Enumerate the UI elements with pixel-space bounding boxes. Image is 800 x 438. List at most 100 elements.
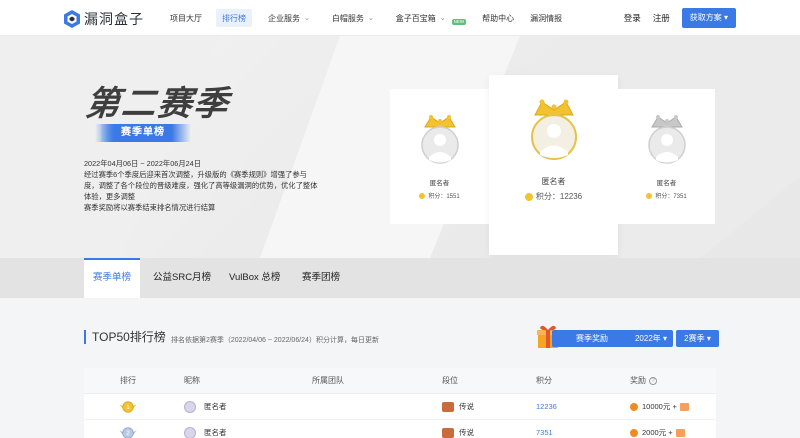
table-header: 排行 昵称 所属团队 段位 积分 奖励? [84, 368, 716, 394]
season-desc-line: 度，调整了各个段位的晋级难度，强化了高等级漏洞的优势，优化了整体 [84, 181, 318, 190]
ranking-title: TOP50排行榜 [84, 330, 166, 344]
coin-icon [630, 429, 638, 437]
podium-score: 积分：12236 [524, 191, 582, 202]
season-desc-line: 体验，更多调整 [84, 192, 136, 201]
caret-down-icon: ▾ [706, 334, 711, 343]
avatar [644, 113, 690, 169]
podium-score: 积分：1551 [419, 191, 460, 200]
coin-icon [630, 403, 638, 411]
column-header-label: 奖励 [630, 376, 646, 385]
coin-icon [419, 192, 426, 199]
season-select[interactable]: 2赛季 ▾ [676, 330, 719, 347]
column-header-team: 所属团队 [312, 376, 344, 385]
column-header-nickname: 昵称 [184, 376, 200, 385]
crown-avatar-icon [420, 115, 459, 164]
season-dates: 2022年04月06日 ~ 2022年06月24日 [84, 159, 202, 168]
nav-item-label: 盒子百宝箱 [395, 13, 436, 23]
season-badge: 赛季单榜 [95, 124, 191, 142]
nav-item-enterprise[interactable]: 企业服务 ⌄ [268, 0, 310, 36]
nickname-cell: 匿名者 [184, 420, 227, 438]
reward-cell: 2000元 + [630, 420, 685, 438]
reward-cell: 10000元 + [630, 394, 689, 420]
logo-text: 漏洞盒子 [84, 12, 144, 28]
account-nav: 登录 注册 获取方案 ▾ [624, 0, 736, 36]
score-cell: 12236 [536, 402, 557, 411]
level-cell: 传说 [442, 420, 474, 438]
nav-item-toolbox[interactable]: 盒子百宝箱 ⌄ NEW [395, 0, 467, 36]
ranking-note: 排名依据第2赛季（2022/04/06 ~ 2022/06/24）积分计算，每日… [171, 337, 379, 344]
tab-season-team[interactable]: 赛季团榜 [302, 258, 340, 298]
logo[interactable]: 漏洞盒子 [64, 9, 144, 29]
svg-text:2: 2 [126, 430, 130, 437]
score-text: 积分：7351 [655, 194, 687, 200]
ranking-header: TOP50排行榜 排名依据第2赛季（2022/04/06 ~ 2022/06/2… [84, 318, 719, 358]
nav-item-leaderboard[interactable]: 排行榜 [216, 0, 252, 36]
nav-item-vuln-intel[interactable]: 漏洞情报 [530, 0, 562, 36]
podium-card-third[interactable]: 匿名者 积分：7351 [618, 89, 715, 224]
level-legend-icon [442, 428, 454, 438]
year-select-label: 2022年 [634, 334, 661, 343]
reward-text: 2000元 + [642, 428, 673, 437]
nav-item-whitehat[interactable]: 白帽服务 ⌄ [332, 0, 374, 36]
nav-item-help[interactable]: 帮助中心 [482, 0, 514, 36]
table-row[interactable]: 1 匿名者 传说 12236 10000元 + [84, 394, 716, 420]
rank-medal-silver: 2 [118, 425, 138, 438]
caret-down-icon: ▾ [723, 13, 728, 22]
tab-vulbox-total[interactable]: VulBox 总榜 [229, 258, 280, 298]
column-header-rank: 排行 [120, 376, 136, 385]
podium-name: 匿名者 [541, 177, 566, 186]
table-row[interactable]: 2 匿名者 传说 7351 2000元 + [84, 420, 716, 438]
avatar [184, 427, 196, 438]
gift-icon [679, 403, 689, 411]
caret-down-icon: ▾ [663, 334, 668, 343]
cta-label: 获取方案 [689, 13, 722, 22]
get-solution-button[interactable]: 获取方案 ▾ [681, 8, 736, 28]
chevron-down-icon: ⌄ [304, 15, 310, 22]
help-icon[interactable]: ? [649, 377, 657, 385]
level-cell: 传说 [442, 394, 474, 420]
nickname-cell: 匿名者 [184, 394, 227, 420]
podium-card-second[interactable]: 匿名者 积分：1551 [390, 89, 489, 224]
column-header-reward: 奖励? [630, 368, 657, 394]
nav-item-label: 帮助中心 [482, 13, 515, 23]
season-select-label: 2赛季 [684, 334, 705, 343]
podium-card-first[interactable]: 匿名者 积分：12236 [489, 75, 618, 255]
year-select[interactable]: 2022年 ▾ [629, 330, 673, 347]
nickname-text: 匿名者 [204, 402, 227, 411]
nav-item-label: 企业服务 [268, 13, 300, 23]
register-link[interactable]: 注册 [653, 12, 670, 24]
season-description: 2022年04月06日 ~ 2022年06月24日 经过赛季6个季度后迎来首次调… [84, 158, 374, 213]
new-badge: NEW [451, 19, 467, 25]
podium-name: 匿名者 [656, 180, 677, 187]
season-reward-button[interactable]: 赛季奖励 [552, 330, 632, 347]
podium-name: 匿名者 [429, 180, 450, 187]
level-text: 传说 [459, 402, 474, 411]
gift-icon [675, 429, 685, 437]
ranking-table: 排行 昵称 所属团队 段位 积分 奖励? 1 匿名者 传说 12236 1000… [84, 368, 716, 438]
chevron-down-icon: ⌄ [439, 15, 446, 22]
nav-item-label: 白帽服务 [331, 13, 364, 23]
avatar [417, 113, 463, 169]
top-nav: 漏洞盒子 项目大厅 排行榜 企业服务 ⌄ 白帽服务 ⌄ 盒子百宝箱 ⌄ NEW 帮助中心… [0, 0, 800, 36]
level-text: 传说 [459, 428, 474, 437]
avatar [525, 97, 583, 165]
reward-text: 10000元 + [642, 402, 677, 411]
score-cell: 7351 [536, 428, 553, 437]
coin-icon [524, 192, 533, 201]
column-header-level: 段位 [442, 376, 458, 385]
podium-score: 积分：7351 [646, 191, 687, 200]
tab-season-single[interactable]: 赛季单榜 [84, 258, 140, 298]
crown-avatar-icon [647, 115, 686, 164]
medal-silver-icon: 2 [119, 427, 137, 438]
nav-item-label: 排行榜 [222, 13, 246, 23]
svg-text:1: 1 [126, 404, 130, 411]
tab-src-monthly[interactable]: 公益SRC月榜 [153, 258, 211, 298]
ranking-section: TOP50排行榜 排名依据第2赛季（2022/04/06 ~ 2022/06/2… [84, 318, 719, 438]
nav-item-label: 项目大厅 [170, 13, 202, 23]
crown-avatar-icon [530, 99, 577, 160]
main-menu: 项目大厅 排行榜 企业服务 ⌄ 白帽服务 ⌄ 盒子百宝箱 ⌄ NEW 帮助中心 漏洞情报 [160, 0, 562, 36]
login-link[interactable]: 登录 [624, 12, 641, 24]
column-header-score: 积分 [536, 376, 552, 385]
season-hero: 第二赛季 赛季单榜 2022年04月06日 ~ 2022年06月24日 经过赛季… [0, 36, 800, 258]
nav-item-project-hall[interactable]: 项目大厅 [170, 0, 202, 36]
